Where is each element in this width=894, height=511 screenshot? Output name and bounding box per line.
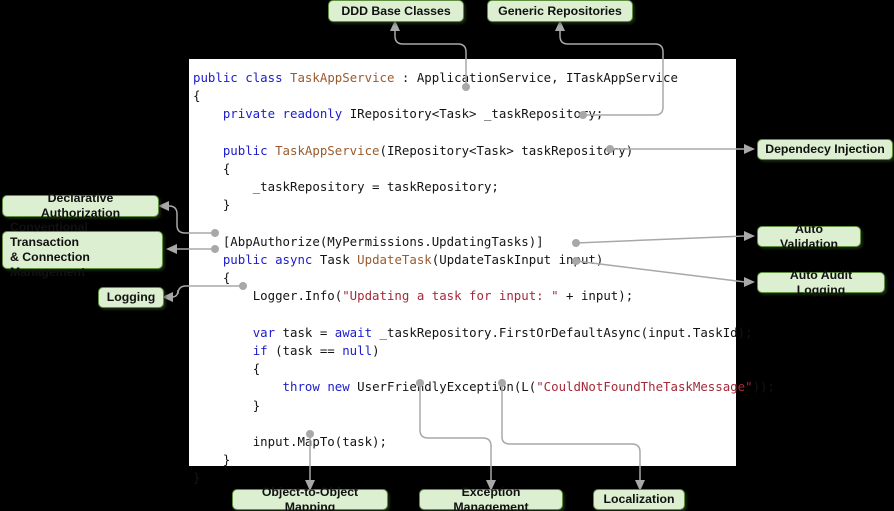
callout-auto-audit-logging[interactable]: Auto Audit Logging [757,272,885,293]
callout-generic-repositories[interactable]: Generic Repositories [487,0,633,22]
callout-ddd-base-classes[interactable]: DDD Base Classes [328,0,464,22]
callout-auto-validation[interactable]: Auto Validation [757,226,861,247]
callout-object-mapping[interactable]: Object-to-Object Mapping [232,489,388,510]
callout-exception-management[interactable]: Exception Management [419,489,563,510]
callout-conventional-transaction[interactable]: Conventional Transaction & Connection Ma… [2,231,163,269]
source-code: public class TaskAppService : Applicatio… [193,69,775,488]
code-panel: public class TaskAppService : Applicatio… [189,59,736,466]
diagram-canvas: public class TaskAppService : Applicatio… [0,0,894,511]
callout-declarative-authorization[interactable]: Declarative Authorization [2,195,159,217]
callout-logging[interactable]: Logging [98,287,164,308]
callout-localization[interactable]: Localization [593,489,685,510]
callout-dependency-injection[interactable]: Dependecy Injection [757,139,893,160]
